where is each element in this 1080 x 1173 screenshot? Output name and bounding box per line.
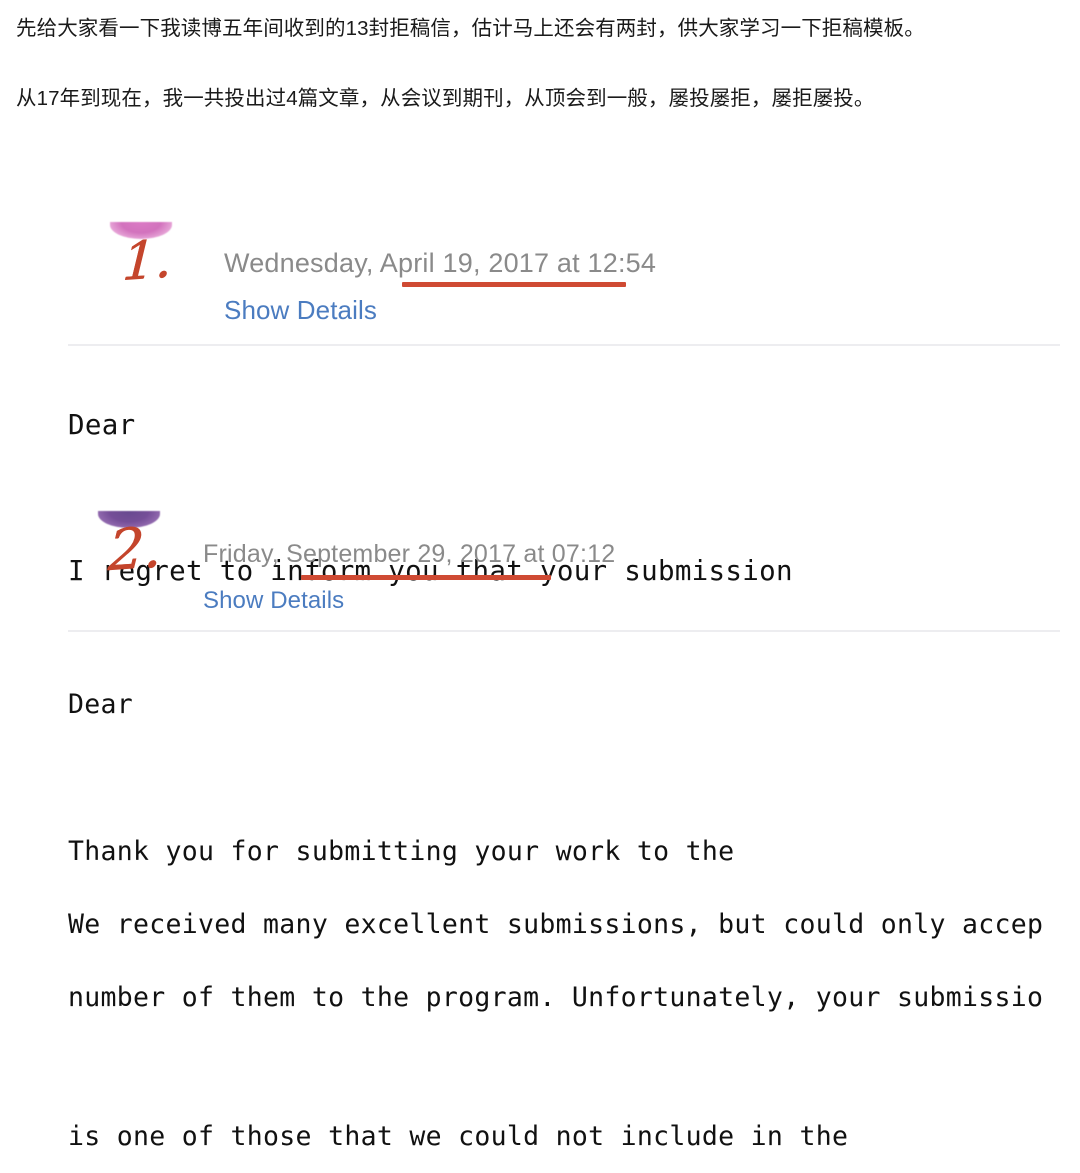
handwritten-number-1: 1. bbox=[120, 229, 174, 293]
email-body-blank-line bbox=[68, 759, 1080, 797]
email-screenshot-2: 2. Friday, September 29, 2017 at 07:12 S… bbox=[0, 503, 1080, 639]
email-date-2: Friday, September 29, 2017 at 07:12 bbox=[203, 540, 616, 568]
email-body-blank-line bbox=[68, 1052, 1080, 1082]
date-underline-annotation-1 bbox=[402, 282, 626, 287]
article-paragraph-2: 从17年到现在，我一共投出过4篇文章，从会议到期刊，从顶会到一般，屡投屡拒，屡拒… bbox=[16, 87, 875, 110]
email-body-line: Dear bbox=[68, 409, 136, 441]
email-body-line: We received many excellent submissions, … bbox=[68, 909, 1044, 940]
show-details-link-2[interactable]: Show Details bbox=[203, 585, 615, 617]
email-date-1: Wednesday, April 19, 2017 at 12:54 bbox=[224, 248, 657, 278]
article-text: 先给大家看一下我读博五年间收到的13封拒稿信，估计马上还会有两封，供大家学习一下… bbox=[16, 10, 1064, 118]
date-underline-annotation-2 bbox=[301, 575, 551, 580]
handwritten-number-2: 2. bbox=[106, 514, 164, 585]
handwritten-marker-1: 1. bbox=[104, 218, 190, 304]
handwritten-marker-2: 2. bbox=[92, 507, 178, 593]
email-divider-2 bbox=[68, 630, 1060, 632]
show-details-link-1[interactable]: Show Details bbox=[224, 294, 656, 326]
article-paragraph-1: 先给大家看一下我读博五年间收到的13封拒稿信，估计马上还会有两封，供大家学习一下… bbox=[16, 17, 925, 40]
email-header-2: 2. Friday, September 29, 2017 at 07:12 S… bbox=[0, 503, 1080, 639]
email-body-line: Thank you for submitting your work to th… bbox=[68, 836, 735, 867]
email-divider-1 bbox=[68, 344, 1060, 346]
email-body-line: number of them to the program. Unfortuna… bbox=[68, 982, 1044, 1013]
email-header-1: 1. Wednesday, April 19, 2017 at 12:54 Sh… bbox=[0, 210, 1080, 346]
email-screenshot-1: 1. Wednesday, April 19, 2017 at 12:54 Sh… bbox=[0, 210, 1080, 346]
email-body-2: Dear Thank you for submitting your work … bbox=[68, 650, 1080, 1173]
email-body-line: Dear bbox=[68, 689, 134, 720]
email-body-line: is one of those that we could not includ… bbox=[68, 1121, 849, 1152]
